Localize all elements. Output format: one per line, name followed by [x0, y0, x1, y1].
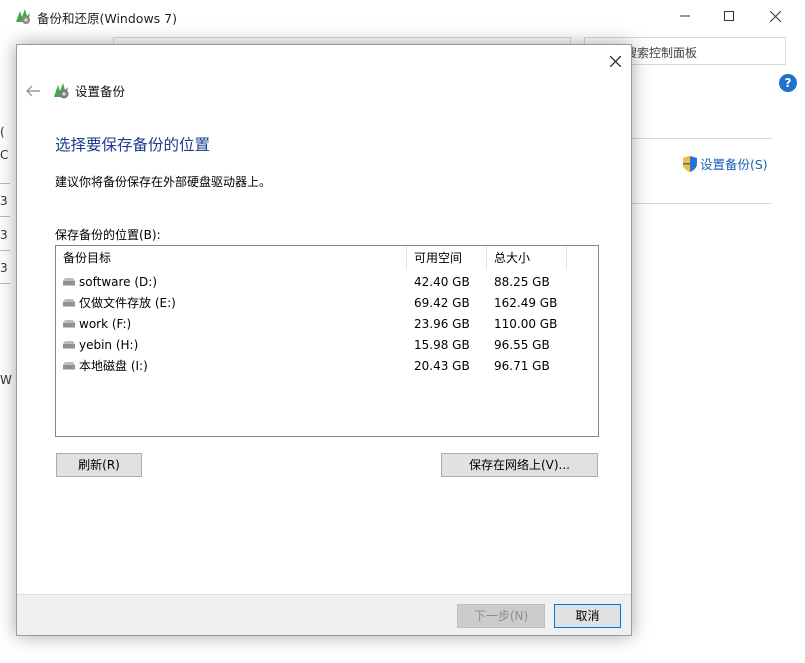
- drive-icon: [63, 362, 75, 370]
- list-item[interactable]: 本地磁盘 (I:) 20.43 GB 96.71 GB: [56, 355, 598, 376]
- minimize-button[interactable]: [662, 0, 708, 32]
- drive-name: work (F:): [79, 316, 132, 331]
- next-button[interactable]: 下一步(N): [457, 604, 545, 628]
- dialog-nav: 设置备份: [25, 81, 125, 100]
- maximize-icon: [724, 11, 734, 21]
- help-icon[interactable]: ?: [779, 74, 797, 92]
- list-rows: software (D:) 42.40 GB 88.25 GB 仅做文件存放 (…: [56, 271, 598, 376]
- drive-icon: [63, 319, 75, 327]
- free-space: 15.98 GB: [414, 337, 470, 352]
- close-icon: [769, 10, 781, 22]
- backup-app-icon: [16, 9, 30, 24]
- setup-backup-link[interactable]: 设置备份(S): [683, 154, 768, 173]
- background-text: 3: [0, 261, 8, 275]
- divider: [0, 183, 10, 184]
- total-size: 162.49 GB: [494, 295, 558, 310]
- maximize-button[interactable]: [706, 0, 752, 32]
- column-header-free-space[interactable]: 可用空间: [407, 246, 487, 270]
- drive-icon: [63, 277, 75, 285]
- close-icon: [609, 55, 621, 67]
- free-space: 23.96 GB: [414, 316, 470, 331]
- free-space: 69.42 GB: [414, 295, 470, 310]
- column-header-total-size[interactable]: 总大小: [487, 246, 567, 270]
- setup-backup-dialog: 设置备份 选择要保存备份的位置 建议你将备份保存在外部硬盘驱动器上。 保存备份的…: [16, 44, 632, 636]
- drive-icon: [63, 299, 75, 307]
- background-text: W: [0, 373, 12, 387]
- setup-backup-label: 设置备份(S): [700, 157, 768, 172]
- backup-app-icon: [54, 82, 69, 98]
- dialog-close-button[interactable]: [599, 45, 631, 77]
- total-size: 96.71 GB: [494, 358, 550, 373]
- drive-name: 仅做文件存放 (E:): [79, 296, 176, 310]
- background-text: 3: [0, 194, 8, 208]
- uac-shield-icon: [683, 155, 697, 172]
- list-item[interactable]: yebin (H:) 15.98 GB 96.55 GB: [56, 334, 598, 355]
- drive-name: 本地磁盘 (I:): [79, 359, 148, 373]
- background-text: (: [0, 125, 5, 139]
- drive-icon: [63, 340, 75, 348]
- total-size: 96.55 GB: [494, 337, 550, 352]
- total-size: 88.25 GB: [494, 274, 550, 289]
- window-title: 备份和还原(Windows 7): [37, 11, 177, 26]
- background-text: 3: [0, 228, 8, 242]
- total-size: 110.00 GB: [494, 316, 558, 331]
- back-arrow-icon[interactable]: [25, 84, 41, 98]
- list-item[interactable]: software (D:) 42.40 GB 88.25 GB: [56, 271, 598, 292]
- drive-name: software (D:): [79, 274, 157, 289]
- list-label: 保存备份的位置(B):: [55, 228, 161, 242]
- list-header: 备份目标 可用空间 总大小: [56, 246, 598, 270]
- divider: [0, 283, 10, 284]
- divider: [632, 138, 772, 139]
- divider: [0, 250, 10, 251]
- free-space: 20.43 GB: [414, 358, 470, 373]
- refresh-button[interactable]: 刷新(R): [56, 453, 142, 477]
- drive-name: yebin (H:): [79, 337, 139, 352]
- page-description: 建议你将备份保存在外部硬盘驱动器上。: [55, 175, 272, 189]
- list-item[interactable]: work (F:) 23.96 GB 110.00 GB: [56, 313, 598, 334]
- title-bar: 备份和还原(Windows 7): [0, 0, 806, 32]
- dialog-footer: 下一步(N) 取消: [17, 594, 631, 635]
- column-header-target[interactable]: 备份目标: [56, 246, 407, 270]
- divider: [632, 203, 772, 204]
- free-space: 42.40 GB: [414, 274, 470, 289]
- divider: [0, 216, 10, 217]
- save-on-network-button[interactable]: 保存在网络上(V)...: [441, 453, 598, 477]
- list-item[interactable]: 仅做文件存放 (E:) 69.42 GB 162.49 GB: [56, 292, 598, 313]
- cancel-button[interactable]: 取消: [554, 604, 621, 628]
- dialog-title: 设置备份: [75, 84, 126, 99]
- page-heading: 选择要保存备份的位置: [55, 136, 211, 154]
- close-window-button[interactable]: [752, 0, 798, 32]
- minimize-icon: [680, 15, 690, 17]
- backup-destination-list[interactable]: 备份目标 可用空间 总大小 software (D:) 42.40 GB 88.…: [55, 245, 599, 437]
- background-text: C: [0, 148, 9, 162]
